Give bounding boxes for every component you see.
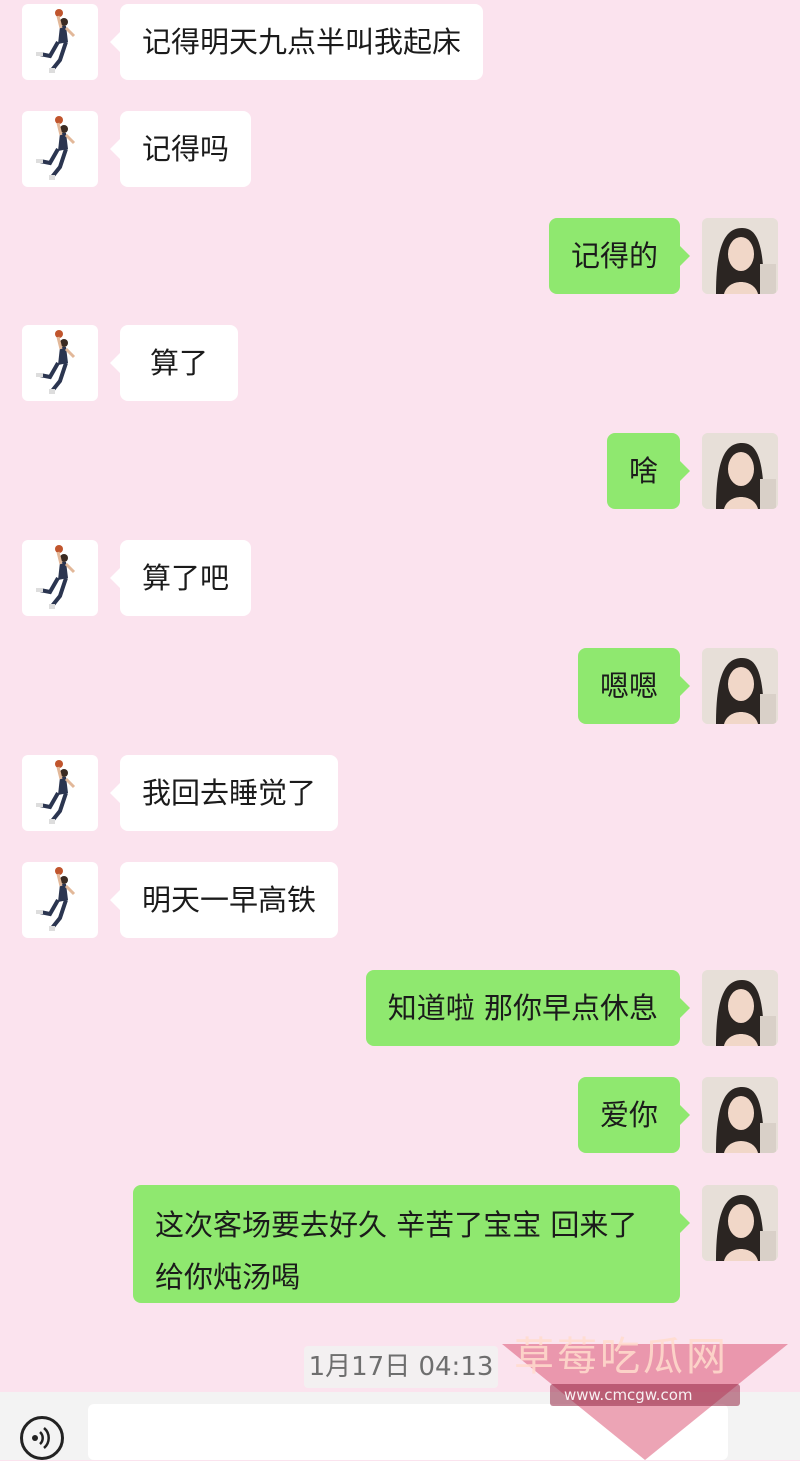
incoming-message[interactable]: 算了 bbox=[109, 325, 239, 401]
outgoing-message[interactable]: 爱你 bbox=[577, 1077, 691, 1153]
girl-photo-icon bbox=[702, 218, 778, 294]
outgoing-message[interactable]: 记得的 bbox=[548, 218, 691, 294]
outgoing-message[interactable]: 嗯嗯 bbox=[577, 648, 691, 724]
outgoing-message[interactable]: 啥 bbox=[606, 433, 691, 509]
self-avatar[interactable] bbox=[702, 433, 778, 509]
self-avatar[interactable] bbox=[702, 218, 778, 294]
outgoing-message[interactable]: 这次客场要去好久 辛苦了宝宝 回来了给你炖汤喝 bbox=[133, 1185, 690, 1303]
message-timestamp: 1月17日 04:13 bbox=[304, 1346, 498, 1388]
girl-photo-icon bbox=[702, 1185, 778, 1261]
self-avatar[interactable] bbox=[702, 1077, 778, 1153]
girl-photo-icon bbox=[702, 970, 778, 1046]
self-avatar[interactable] bbox=[702, 970, 778, 1046]
basketball-player-icon bbox=[36, 545, 76, 609]
self-avatar[interactable] bbox=[702, 648, 778, 724]
contact-avatar[interactable] bbox=[22, 4, 98, 80]
contact-avatar[interactable] bbox=[22, 325, 98, 401]
basketball-player-icon bbox=[36, 116, 76, 180]
watermark-title: 草莓吃瓜网 bbox=[514, 1334, 729, 1380]
watermark: 草莓吃瓜网 www.cmcgw.com bbox=[500, 1314, 790, 1460]
girl-photo-icon bbox=[702, 1077, 778, 1153]
incoming-message[interactable]: 记得吗 bbox=[109, 111, 252, 187]
contact-avatar[interactable] bbox=[22, 111, 98, 187]
basketball-player-icon bbox=[36, 760, 76, 824]
voice-input-icon bbox=[32, 1427, 50, 1449]
voice-input-button[interactable] bbox=[20, 1416, 64, 1460]
incoming-message[interactable]: 算了吧 bbox=[109, 540, 252, 616]
incoming-message[interactable]: 我回去睡觉了 bbox=[109, 755, 339, 831]
contact-avatar[interactable] bbox=[22, 755, 98, 831]
self-avatar[interactable] bbox=[702, 1185, 778, 1261]
contact-avatar[interactable] bbox=[22, 862, 98, 938]
basketball-player-icon bbox=[36, 867, 76, 931]
girl-photo-icon bbox=[702, 648, 778, 724]
watermark-url: www.cmcgw.com bbox=[564, 1386, 693, 1404]
outgoing-message[interactable]: 知道啦 那你早点休息 bbox=[365, 970, 691, 1046]
incoming-message[interactable]: 记得明天九点半叫我起床 bbox=[109, 4, 484, 80]
incoming-message[interactable]: 明天一早高铁 bbox=[109, 862, 339, 938]
girl-photo-icon bbox=[702, 433, 778, 509]
basketball-player-icon bbox=[36, 330, 76, 394]
contact-avatar[interactable] bbox=[22, 540, 98, 616]
basketball-player-icon bbox=[36, 9, 76, 73]
